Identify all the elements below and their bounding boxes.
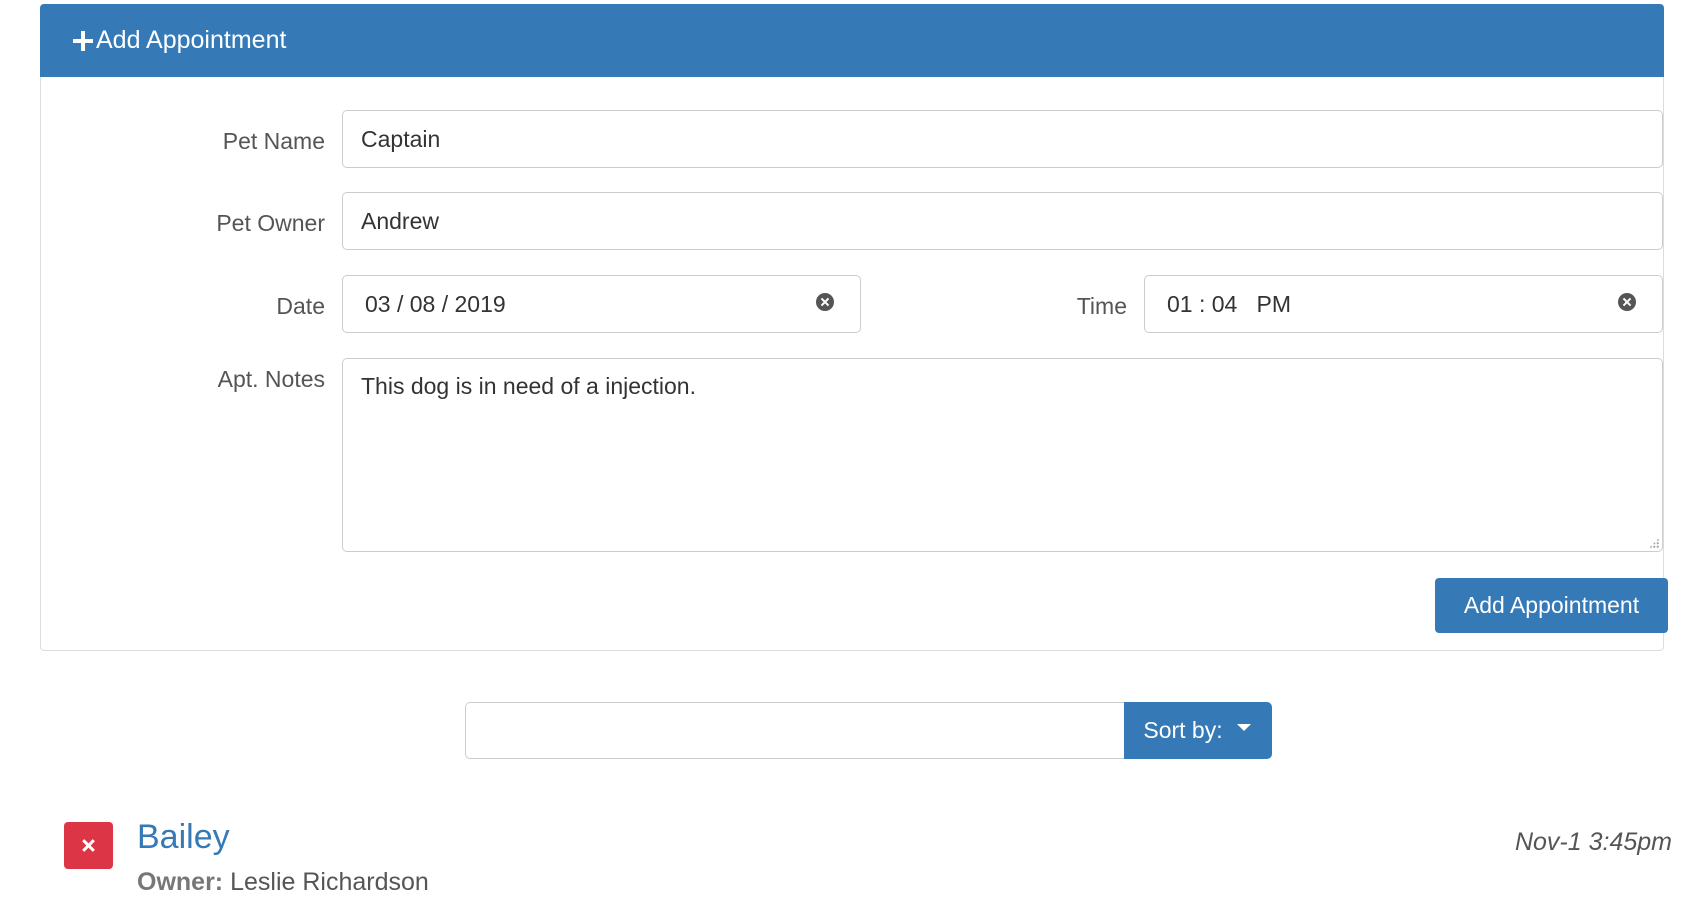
- sort-by-button[interactable]: Sort by:: [1124, 702, 1272, 759]
- date-input[interactable]: 03 / 08 / 2019: [342, 275, 861, 333]
- search-input[interactable]: [465, 702, 1125, 759]
- owner-name: Leslie Richardson: [230, 868, 429, 896]
- caret-down-icon: [1236, 724, 1251, 731]
- pet-name-input[interactable]: Captain: [342, 110, 1663, 168]
- date-label: Date: [276, 293, 325, 319]
- clear-time-icon[interactable]: [1618, 293, 1636, 311]
- clear-date-icon[interactable]: [816, 293, 834, 311]
- time-input[interactable]: 01 : 04 PM: [1144, 275, 1663, 333]
- plus-icon: [72, 30, 94, 52]
- pet-owner-label: Pet Owner: [216, 210, 325, 236]
- delete-appointment-button[interactable]: [64, 822, 113, 869]
- time-label: Time: [1076, 293, 1127, 319]
- time-value: 01 : 04 PM: [1167, 290, 1292, 317]
- pet-owner-value: Andrew: [361, 207, 439, 234]
- appointment-owner: Owner: Leslie Richardson: [137, 868, 429, 897]
- resize-grip-icon[interactable]: [1649, 538, 1659, 548]
- appointment-pet-name[interactable]: Bailey: [137, 818, 230, 857]
- owner-label: Owner:: [137, 868, 224, 896]
- sort-by-label: Sort by:: [1143, 717, 1223, 743]
- notes-value: This dog is in need of a injection.: [361, 373, 696, 399]
- notes-textarea[interactable]: This dog is in need of a injection.: [342, 358, 1663, 552]
- appointment-date: Nov-1 3:45pm: [1514, 828, 1672, 856]
- pet-owner-input[interactable]: Andrew: [342, 192, 1663, 250]
- add-appointment-button[interactable]: Add Appointment: [1435, 578, 1668, 633]
- pet-name-label: Pet Name: [222, 128, 325, 154]
- pet-name-value: Captain: [361, 125, 441, 152]
- notes-label: Apt. Notes: [217, 366, 325, 392]
- add-appointment-header[interactable]: Add Appointment: [40, 4, 1664, 77]
- date-value: 03 / 08 / 2019: [365, 290, 506, 317]
- add-appointment-title: Add Appointment: [96, 26, 287, 54]
